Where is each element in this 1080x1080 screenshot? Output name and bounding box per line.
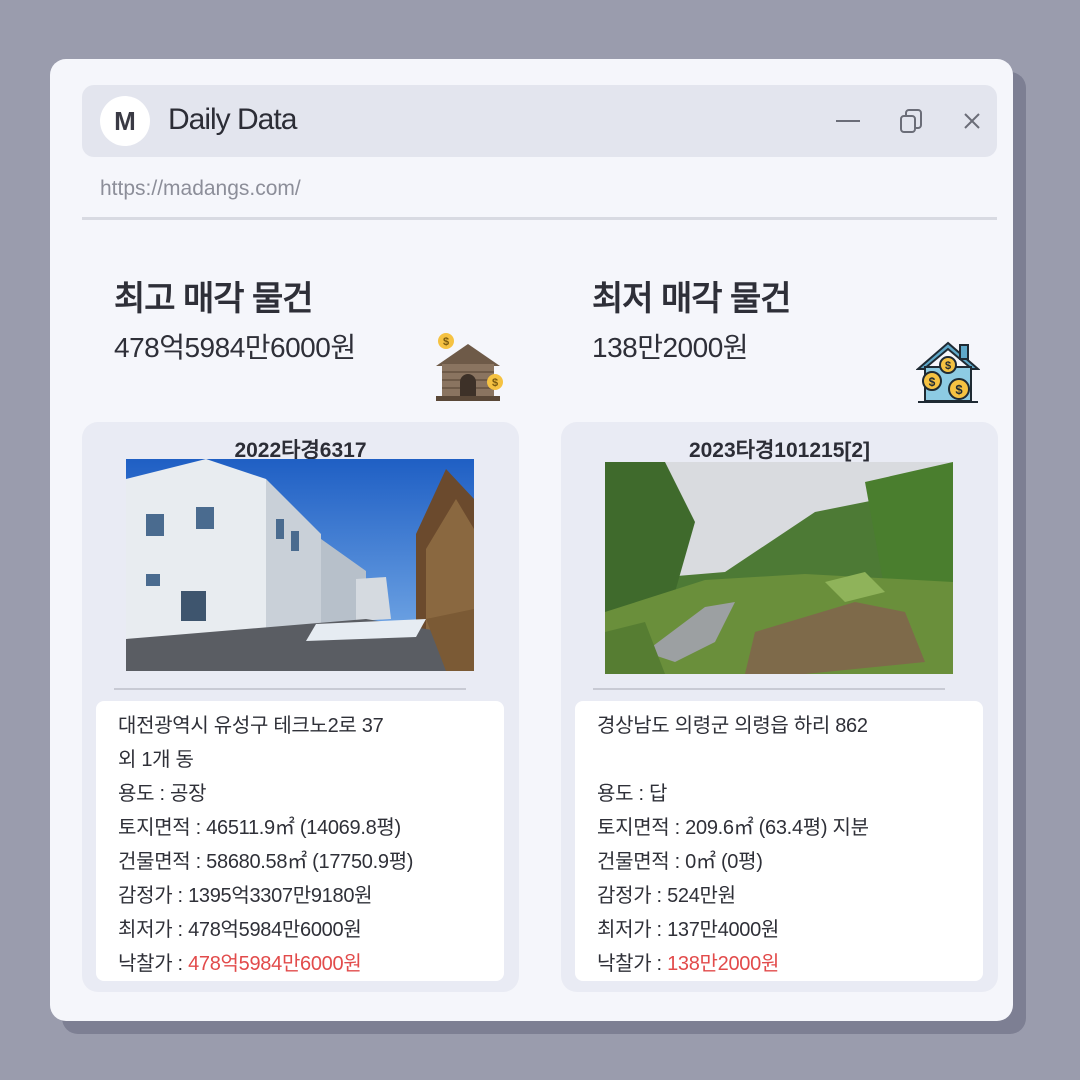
lowest-price: 138만2000원	[592, 332, 749, 363]
svg-text:$: $	[955, 382, 963, 397]
land-area: 토지면적 : 209.6㎡ (63.4평) 지분	[597, 817, 869, 839]
svg-text:$: $	[945, 360, 951, 372]
header-divider	[82, 217, 997, 220]
lowest-title: 최저 매각 물건	[592, 280, 792, 318]
case-number: 2023타경101215[2]	[688, 439, 871, 462]
svg-text:$: $	[929, 375, 936, 389]
highest-price: 478억5984만6000원	[114, 332, 356, 363]
property-photo-field	[605, 462, 953, 674]
house-money-icon: $ $	[432, 332, 504, 409]
title-bar: M Daily Data	[82, 85, 997, 157]
winning-bid: 낙찰가 : 478억5984만6000원	[118, 947, 482, 981]
lowest-property-card[interactable]: 2023타경101215[2] 경상남도 의령군 의령읍 하리 862 용도 :…	[561, 422, 998, 992]
winning-bid-label: 낙찰가 :	[118, 953, 189, 975]
svg-text:$: $	[492, 377, 498, 389]
minimum-price: 최저가 : 137만4000원	[597, 919, 780, 941]
app-title: Daily Data	[168, 103, 297, 136]
appraisal-price: 감정가 : 1395억3307만9180원	[118, 885, 373, 907]
app-avatar: M	[100, 96, 150, 146]
url-text[interactable]: https://madangs.com/	[100, 177, 301, 201]
winning-bid: 낙찰가 : 138만2000원	[597, 947, 961, 981]
address-line-1: 경상남도 의령군 의령읍 하리 862	[597, 715, 868, 737]
winning-bid-value: 138만2000원	[667, 953, 780, 975]
building-area: 건물면적 : 0㎡ (0평)	[597, 851, 763, 873]
property-info: 대전광역시 유성구 테크노2로 37 외 1개 동 용도 : 공장 토지면적 :…	[96, 701, 504, 981]
address-line-2: 외 1개 동	[118, 749, 194, 771]
close-button[interactable]	[956, 105, 988, 137]
highest-title: 최고 매각 물건	[114, 280, 314, 318]
address-line-2	[597, 743, 961, 777]
appraisal-price: 감정가 : 524만원	[597, 885, 736, 907]
close-icon	[964, 113, 980, 129]
highest-property-card[interactable]: 2022타경6317 대전광역시 유성구 테크노2로 37 외 1개 동 용도 …	[82, 422, 519, 992]
minimum-price: 최저가 : 478억5984만6000원	[118, 919, 362, 941]
usage: 용도 : 공장	[118, 783, 207, 805]
restore-icon	[900, 109, 922, 133]
minimize-button[interactable]	[832, 105, 864, 137]
minimize-icon	[836, 120, 860, 122]
property-photo-factory	[126, 459, 474, 671]
property-info: 경상남도 의령군 의령읍 하리 862 용도 : 답 토지면적 : 209.6㎡…	[575, 701, 983, 981]
usage: 용도 : 답	[597, 783, 668, 805]
building-area: 건물면적 : 58680.58㎡ (17750.9평)	[118, 851, 414, 873]
restore-button[interactable]	[895, 105, 927, 137]
winning-bid-value: 478억5984만6000원	[188, 953, 362, 975]
svg-text:$: $	[443, 336, 449, 348]
card-divider	[114, 688, 466, 690]
app-window: M Daily Data https://madangs.com/ 최고 매각 …	[50, 59, 1013, 1021]
address-line-1: 대전광역시 유성구 테크노2로 37	[118, 715, 384, 737]
card-divider	[593, 688, 945, 690]
land-area: 토지면적 : 46511.9㎡ (14069.8평)	[118, 817, 401, 839]
house-coins-icon: $ $ $	[915, 339, 981, 410]
winning-bid-label: 낙찰가 :	[597, 953, 668, 975]
